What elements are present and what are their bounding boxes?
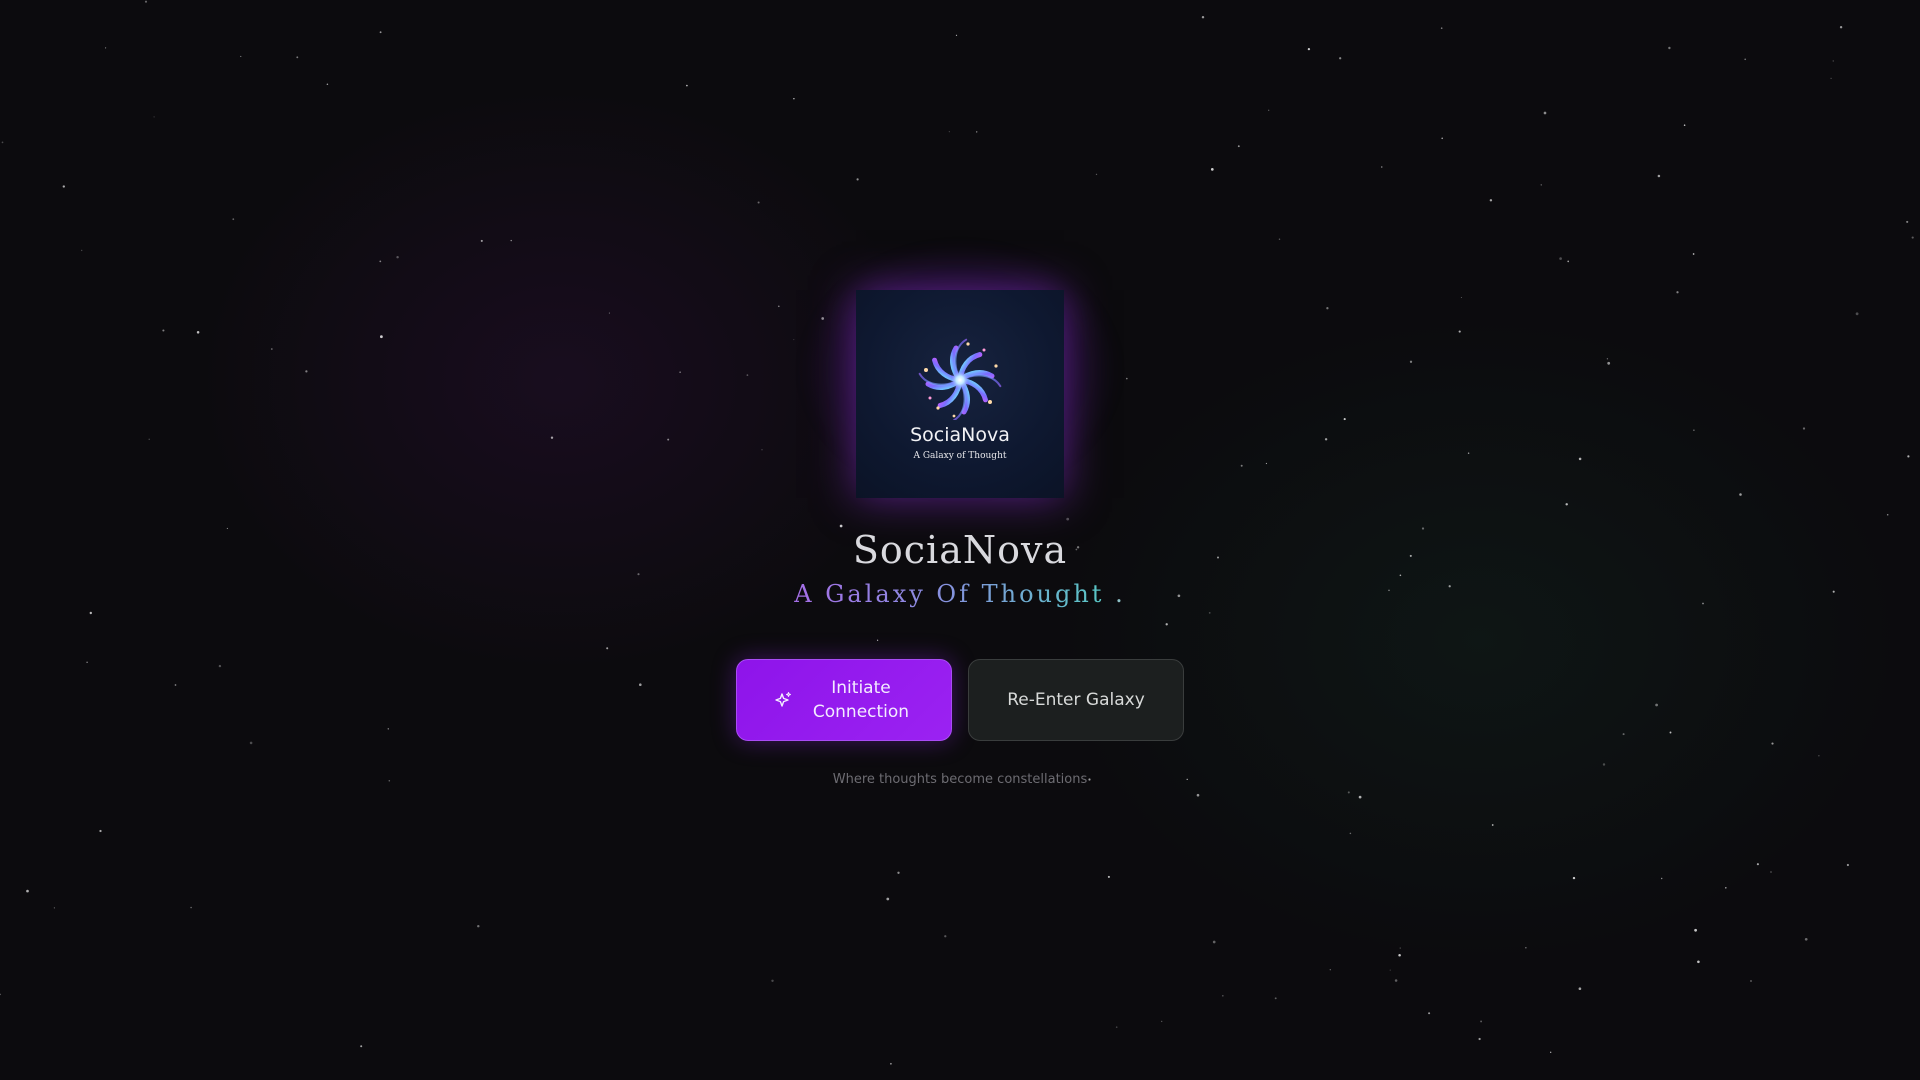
logo-wordmark: SociaNova [910, 424, 1010, 446]
subtitle-text: A Galaxy Of Thought [794, 580, 1105, 608]
initiate-connection-button[interactable]: Initiate Connection [736, 659, 952, 741]
re-enter-galaxy-label: Re-Enter Galaxy [1007, 690, 1145, 710]
footer-tagline: Where thoughts become constellations [832, 772, 1088, 787]
spiral-galaxy-icon [918, 338, 1002, 420]
landing-page: SociaNova A Galaxy of Thought SociaNova … [0, 0, 1920, 1080]
sparkle-icon [773, 690, 793, 710]
app-logo: SociaNova A Galaxy of Thought [856, 290, 1064, 498]
re-enter-galaxy-button[interactable]: Re-Enter Galaxy [968, 659, 1184, 741]
hero-section: SociaNova A Galaxy of Thought SociaNova … [0, 0, 1920, 1080]
subtitle-suffix: . [1115, 580, 1126, 608]
initiate-connection-label: Initiate Connection [812, 678, 910, 722]
page-subtitle: A Galaxy Of Thought . [0, 580, 1920, 608]
page-title: SociaNova [852, 528, 1068, 572]
logo-tagline: A Galaxy of Thought [913, 451, 1007, 461]
